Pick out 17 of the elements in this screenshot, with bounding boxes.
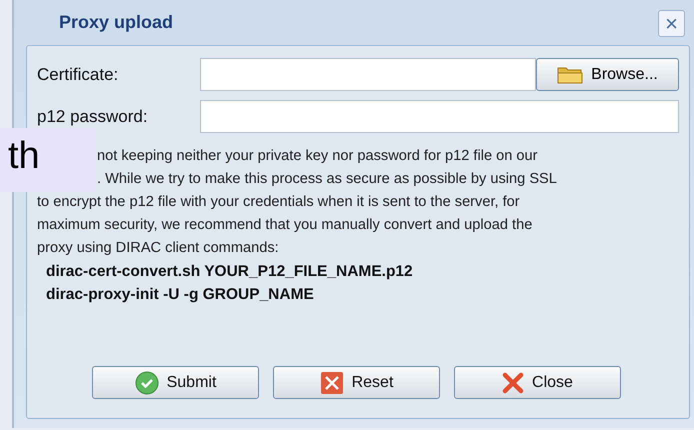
field-label: p12 password:: [37, 106, 149, 128]
dialog-title: Proxy upload: [59, 11, 174, 34]
overlay-caption: th: [0, 128, 95, 192]
file-path-field[interactable]: [200, 58, 536, 91]
password-field[interactable]: [200, 100, 679, 133]
close-button[interactable]: Close: [454, 366, 621, 399]
cross-icon: [320, 370, 344, 394]
command-text: dirac-cert-convert.sh YOUR_P12_FILE_NAME.p12: [46, 262, 414, 282]
check-icon: [134, 370, 159, 394]
reset-button[interactable]: Reset: [273, 366, 440, 399]
cross-icon: [502, 372, 524, 394]
browse-button[interactable]: Browse...: [536, 58, 679, 91]
field-label: Certificate:: [37, 64, 120, 86]
submit-button[interactable]: Submit: [92, 366, 259, 399]
close-button[interactable]: ×: [658, 10, 685, 37]
command-text: dirac-proxy-init -U -g GROUP_NAME: [46, 285, 315, 305]
folder-icon: [557, 64, 584, 84]
